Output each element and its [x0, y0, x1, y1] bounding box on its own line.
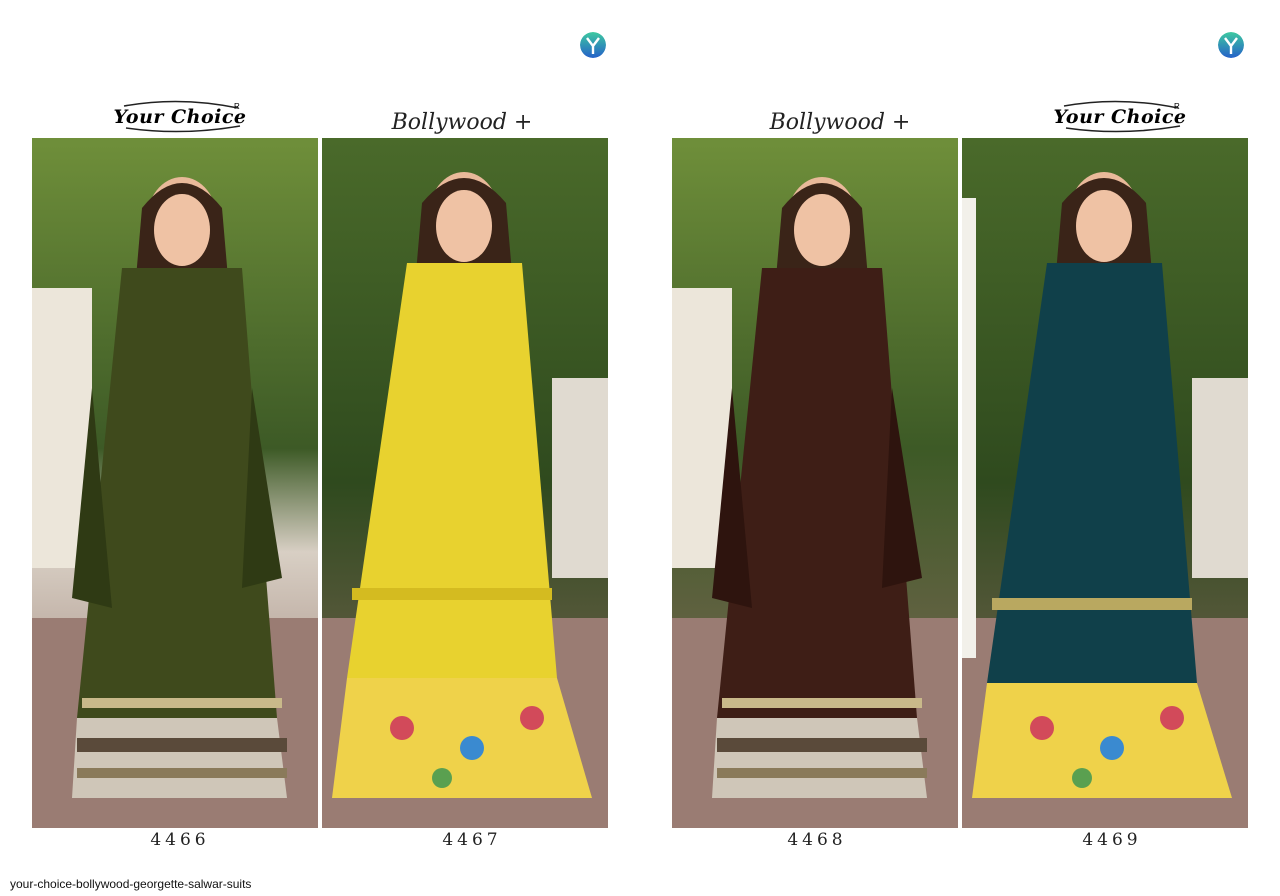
brand-name: Your Choice [1053, 106, 1187, 128]
product-photo-4469[interactable] [962, 138, 1248, 828]
product-code: 4467 [442, 830, 502, 850]
product-code: 4466 [150, 830, 210, 850]
image-caption: your-choice-bollywood-georgette-salwar-s… [10, 877, 252, 891]
catalog-logo-icon [1218, 32, 1244, 58]
catalog-logo-icon [580, 32, 606, 58]
registered-mark: R [234, 102, 240, 111]
brand-logo: Your Choice R [90, 98, 270, 138]
product-code: 4469 [1082, 830, 1142, 850]
product-photo-4468[interactable] [672, 138, 958, 828]
product-photo-4467[interactable] [322, 138, 608, 828]
sub-brand-header: Bollywood + [769, 110, 911, 135]
product-photo-4466[interactable] [32, 138, 318, 828]
brand-logo: Your Choice R [1030, 98, 1210, 138]
product-code: 4468 [787, 830, 847, 850]
brand-name: Your Choice [113, 106, 247, 128]
registered-mark: R [1174, 102, 1180, 111]
sub-brand-header: Bollywood + [391, 110, 533, 135]
